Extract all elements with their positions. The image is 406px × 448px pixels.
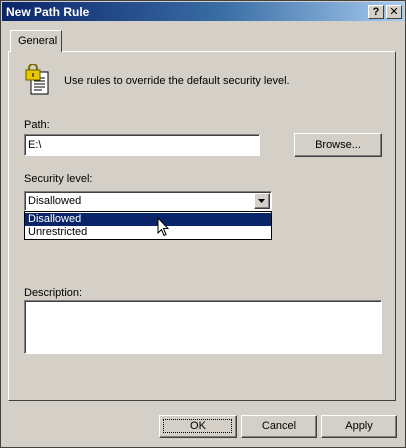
apply-button-label: Apply: [345, 420, 373, 432]
info-text: Use rules to override the default securi…: [64, 75, 290, 87]
cancel-button-label: Cancel: [261, 420, 297, 432]
security-level-value: Disallowed: [28, 195, 82, 207]
path-label: Path:: [24, 119, 50, 131]
path-input[interactable]: [24, 134, 260, 156]
help-icon: ?: [372, 6, 380, 18]
ok-button-label: OK: [190, 420, 206, 432]
tab-general[interactable]: General: [10, 30, 62, 52]
window-title: New Path Rule: [6, 5, 90, 19]
security-level-select[interactable]: Disallowed: [24, 191, 272, 211]
close-button[interactable]: ✕: [386, 5, 402, 19]
security-level-dropdown: Disallowed Unrestricted: [24, 211, 272, 240]
chevron-down-icon: [258, 199, 265, 203]
browse-button[interactable]: Browse...: [294, 133, 382, 157]
browse-button-label: Browse...: [315, 139, 361, 151]
option-unrestricted[interactable]: Unrestricted: [25, 226, 271, 239]
tab-general-label: General: [18, 35, 58, 47]
help-button[interactable]: ?: [368, 5, 384, 19]
option-disallowed[interactable]: Disallowed: [25, 213, 271, 226]
close-icon: ✕: [389, 6, 399, 18]
cancel-button[interactable]: Cancel: [241, 415, 317, 438]
description-label: Description:: [24, 287, 83, 299]
lock-document-icon: [24, 63, 52, 96]
apply-button[interactable]: Apply: [321, 415, 397, 438]
mouse-pointer-icon: [157, 216, 171, 239]
dropdown-arrow-button[interactable]: [254, 193, 270, 209]
ok-button[interactable]: OK: [159, 415, 237, 438]
description-field[interactable]: [24, 300, 382, 354]
security-level-label: Security level:: [24, 173, 93, 185]
title-bar[interactable]: New Path Rule ? ✕: [2, 2, 404, 21]
